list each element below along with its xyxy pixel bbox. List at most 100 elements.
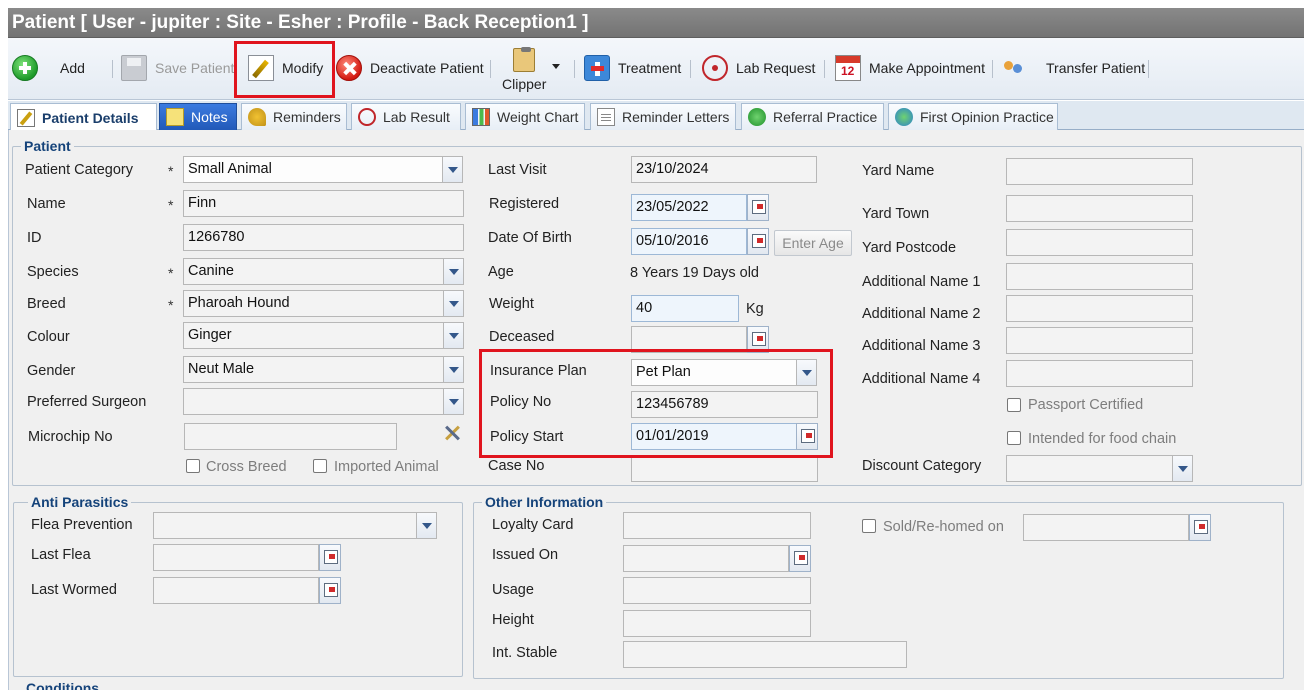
colour-select[interactable]: Ginger — [183, 322, 464, 349]
additional-name-1-input[interactable] — [1006, 263, 1193, 290]
edit-pencil-icon — [248, 55, 274, 81]
lab-molecule-icon — [702, 55, 728, 81]
clipper-button[interactable]: Clipper — [502, 42, 564, 96]
tab-reminder-letters[interactable]: Reminder Letters — [590, 103, 736, 130]
deactivate-patient-button[interactable]: Deactivate Patient — [336, 53, 484, 83]
microchip-input[interactable] — [184, 423, 397, 450]
last-visit-input[interactable]: 23/10/2024 — [631, 156, 817, 183]
lab-request-button[interactable]: Lab Request — [702, 53, 815, 83]
additional-name-3-label: Additional Name 3 — [862, 338, 981, 354]
dob-date-input[interactable]: 05/10/2016 — [631, 228, 747, 255]
insurance-plan-select[interactable]: Pet Plan — [631, 359, 817, 386]
sold-rehomed-checkbox[interactable] — [862, 519, 876, 533]
additional-name-2-label: Additional Name 2 — [862, 306, 981, 322]
last-flea-label: Last Flea — [31, 547, 91, 563]
microchip-scan-icon[interactable] — [442, 423, 462, 443]
chevron-down-icon[interactable] — [552, 64, 560, 69]
issued-on-date-input[interactable] — [623, 545, 789, 572]
enter-age-button[interactable]: Enter Age — [774, 230, 852, 256]
tab-lab-result[interactable]: Lab Result — [351, 103, 461, 130]
chevron-down-icon[interactable] — [443, 259, 463, 284]
discount-category-select[interactable] — [1006, 455, 1193, 482]
calendar-icon[interactable] — [747, 228, 769, 255]
additional-name-2-input[interactable] — [1006, 295, 1193, 322]
food-chain-checkbox[interactable] — [1007, 431, 1021, 445]
save-patient-button[interactable]: Save Patient — [121, 53, 234, 83]
add-button[interactable]: Add — [12, 53, 85, 83]
breed-select[interactable]: Pharoah Hound — [183, 290, 464, 317]
deceased-date-input[interactable] — [631, 326, 747, 353]
loyalty-card-input[interactable] — [623, 512, 811, 539]
chevron-down-icon[interactable] — [1172, 456, 1192, 481]
calendar-icon[interactable] — [796, 423, 818, 450]
tab-referral-practice[interactable]: Referral Practice — [741, 103, 884, 130]
policy-start-date-input[interactable]: 01/01/2019 — [631, 423, 797, 450]
modify-label: Modify — [282, 60, 324, 76]
species-value: Canine — [188, 263, 234, 279]
tab-label: First Opinion Practice — [920, 109, 1054, 125]
globe-icon — [748, 108, 766, 126]
tab-label: Reminder Letters — [622, 109, 730, 125]
preferred-surgeon-label: Preferred Surgeon — [27, 394, 147, 410]
height-input[interactable] — [623, 610, 811, 637]
calendar-icon[interactable] — [789, 545, 811, 572]
make-appointment-button[interactable]: Make Appointment — [835, 53, 985, 83]
policy-no-input[interactable]: 123456789 — [631, 391, 818, 418]
modify-button[interactable]: Modify — [248, 53, 323, 83]
chevron-down-icon[interactable] — [442, 157, 462, 182]
tab-patient-details[interactable]: Patient Details — [10, 103, 157, 131]
flea-prevention-select[interactable] — [153, 512, 437, 539]
calendar-icon — [835, 55, 861, 81]
preferred-surgeon-select[interactable] — [183, 388, 464, 415]
species-select[interactable]: Canine — [183, 258, 464, 285]
additional-name-4-label: Additional Name 4 — [862, 371, 981, 387]
tab-label: Notes — [191, 109, 228, 125]
chevron-down-icon[interactable] — [796, 360, 816, 385]
int-stable-input[interactable] — [623, 641, 907, 668]
patient-category-select[interactable]: Small Animal — [183, 156, 463, 183]
calendar-icon[interactable] — [319, 577, 341, 604]
yard-postcode-input[interactable] — [1006, 229, 1193, 256]
chevron-down-icon[interactable] — [443, 389, 463, 414]
tab-reminders[interactable]: Reminders — [241, 103, 347, 130]
tab-first-opinion-practice[interactable]: First Opinion Practice — [888, 103, 1058, 130]
yard-name-input[interactable] — [1006, 158, 1193, 185]
sold-rehomed-label: Sold/Re-homed on — [883, 519, 1004, 535]
additional-name-4-input[interactable] — [1006, 360, 1193, 387]
treatment-button[interactable]: Treatment — [584, 53, 681, 83]
cross-breed-checkbox[interactable] — [186, 459, 200, 473]
gender-select[interactable]: Neut Male — [183, 356, 464, 383]
chevron-down-icon[interactable] — [443, 291, 463, 316]
transfer-patient-button[interactable]: Transfer Patient — [1002, 53, 1145, 83]
registered-date-input[interactable]: 23/05/2022 — [631, 194, 747, 221]
additional-name-3-input[interactable] — [1006, 327, 1193, 354]
imported-animal-checkbox[interactable] — [313, 459, 327, 473]
passport-certified-checkbox[interactable] — [1007, 398, 1021, 412]
conditions-legend: Conditions — [23, 680, 103, 690]
sold-rehomed-date-input[interactable] — [1023, 514, 1189, 541]
tab-strip: Patient Details Notes Reminders Lab Resu… — [8, 101, 1304, 131]
case-no-input[interactable] — [631, 455, 818, 482]
tab-notes[interactable]: Notes — [159, 103, 237, 130]
name-input[interactable]: Finn — [183, 190, 464, 217]
calendar-icon[interactable] — [319, 544, 341, 571]
chevron-down-icon[interactable] — [443, 323, 463, 348]
weight-input[interactable]: 40 — [631, 295, 739, 322]
add-label: Add — [60, 60, 85, 76]
chevron-down-icon[interactable] — [443, 357, 463, 382]
required-marker: * — [168, 265, 174, 281]
chevron-down-icon[interactable] — [416, 513, 436, 538]
calendar-icon[interactable] — [747, 326, 769, 353]
calendar-icon[interactable] — [1189, 514, 1211, 541]
yard-town-input[interactable] — [1006, 195, 1193, 222]
usage-input[interactable] — [623, 577, 811, 604]
int-stable-label: Int. Stable — [492, 645, 558, 661]
id-input[interactable]: 1266780 — [183, 224, 464, 251]
patient-category-label: Patient Category — [25, 162, 134, 178]
tab-weight-chart[interactable]: Weight Chart — [465, 103, 585, 130]
window-title: Patient [ User - jupiter : Site - Esher … — [8, 8, 1304, 38]
toolbar-separator — [824, 60, 825, 78]
calendar-icon[interactable] — [747, 194, 769, 221]
last-wormed-date-input[interactable] — [153, 577, 319, 604]
last-flea-date-input[interactable] — [153, 544, 319, 571]
